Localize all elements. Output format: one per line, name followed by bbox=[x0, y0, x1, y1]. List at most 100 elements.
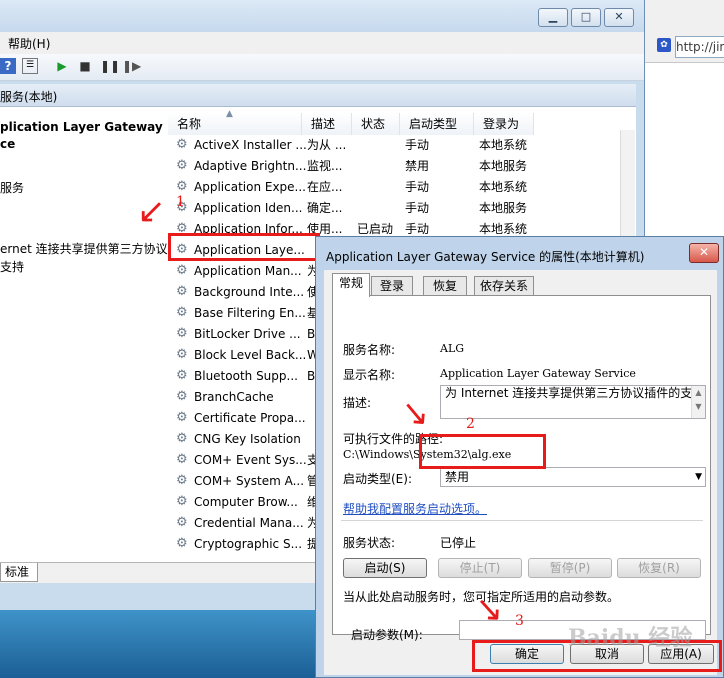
column-header-name[interactable]: 名称 bbox=[168, 113, 302, 135]
sort-arrow-icon: ▲ bbox=[226, 109, 233, 119]
description-field[interactable]: 为 Internet 连接共享提供第三方协议插件的支持 ▲ ▼ bbox=[440, 385, 706, 419]
service-cell-name: Credential Mana... bbox=[194, 516, 304, 530]
pause-service-icon[interactable]: ❚❚ bbox=[100, 58, 120, 74]
service-gear-icon: ⚙ bbox=[176, 284, 188, 299]
startup-type-label: 启动类型(E): bbox=[343, 472, 412, 486]
menu-bar: 帮助(H) bbox=[0, 32, 644, 54]
service-cell-name: Base Filtering En... bbox=[194, 306, 306, 320]
highlight-box-startup-type bbox=[419, 434, 546, 469]
startup-help-link[interactable]: 帮助我配置服务启动选项。 bbox=[343, 500, 487, 517]
service-gear-icon: ⚙ bbox=[176, 410, 188, 425]
resume-button[interactable]: 恢复(R) bbox=[617, 558, 701, 578]
selected-service-name: plication Layer Gateway ce bbox=[0, 120, 163, 151]
service-gear-icon: ⚙ bbox=[176, 137, 188, 152]
service-cell-logon: 本地服务 bbox=[479, 201, 528, 215]
minimize-button[interactable]: ▁ bbox=[538, 8, 568, 27]
service-name-label: 服务名称: bbox=[343, 343, 396, 357]
extended-description-pane: plication Layer Gateway ce 服务 ernet 连接共享… bbox=[0, 107, 168, 562]
service-gear-icon: ⚙ bbox=[176, 536, 188, 551]
panel-header-title: 服务(本地) bbox=[0, 90, 58, 104]
service-gear-icon: ⚙ bbox=[176, 305, 188, 320]
column-header-status[interactable]: 状态 bbox=[352, 113, 400, 135]
display-name-label: 显示名称: bbox=[343, 368, 396, 382]
stop-service-link[interactable]: 服务 bbox=[0, 179, 24, 196]
tab-recovery[interactable]: 恢复 bbox=[423, 276, 467, 296]
restart-service-icon[interactable]: ❚▶ bbox=[122, 58, 141, 74]
service-cell-name: Application Iden... bbox=[194, 201, 303, 215]
dialog-title: Application Layer Gateway Service 的属性(本地… bbox=[326, 250, 645, 264]
service-name-value: ALG bbox=[440, 342, 465, 355]
dialog-close-button[interactable]: ✕ bbox=[689, 243, 719, 263]
stop-service-icon[interactable]: ■ bbox=[77, 58, 93, 74]
browser-address-bar[interactable]: http://jin bbox=[675, 36, 724, 58]
properties-icon[interactable]: ☰ bbox=[22, 58, 38, 74]
desktop-taskbar-area bbox=[0, 610, 320, 678]
baidu-watermark: Baidu 经验 bbox=[568, 625, 693, 651]
service-gear-icon: ⚙ bbox=[176, 452, 188, 467]
column-header-startup-type[interactable]: 启动类型 bbox=[400, 113, 474, 135]
tab-logon[interactable]: 登录 bbox=[371, 276, 413, 296]
service-status-value: 已停止 bbox=[440, 536, 477, 550]
startup-type-select[interactable]: 禁用 ▼ bbox=[440, 467, 706, 487]
description-scrollbar[interactable]: ▲ ▼ bbox=[691, 386, 705, 418]
service-cell-name: Computer Brow... bbox=[194, 495, 298, 509]
service-cell-startup: 手动 bbox=[405, 201, 430, 215]
service-cell-startup: 手动 bbox=[405, 138, 430, 152]
baidu-paw-icon: ✿ bbox=[657, 38, 671, 52]
service-cell-name: COM+ Event Sys... bbox=[194, 453, 306, 467]
service-cell-name: Adaptive Brightn... bbox=[194, 159, 306, 173]
service-cell-desc: 确定... bbox=[307, 201, 343, 215]
annotation-number-1: 1 bbox=[176, 194, 185, 210]
service-cell-name: Background Inte... bbox=[194, 285, 305, 299]
tab-standard[interactable]: 标准 bbox=[0, 563, 38, 582]
description-text: 为 Internet 连接共享提供第三方协议插件的支持 bbox=[445, 386, 705, 400]
service-gear-icon: ⚙ bbox=[176, 473, 188, 488]
service-cell-desc: 为从 ... bbox=[307, 138, 347, 152]
service-row[interactable]: ⚙ Application Iden... 确定... 手动 本地服务 bbox=[176, 198, 626, 219]
service-cell-logon: 本地服务 bbox=[479, 159, 528, 173]
start-service-icon[interactable]: ▶ bbox=[54, 58, 70, 74]
stop-button[interactable]: 停止(T) bbox=[438, 558, 522, 578]
chevron-down-icon: ▼ bbox=[695, 472, 702, 482]
start-params-label: 启动参数(M): bbox=[351, 628, 423, 642]
service-gear-icon: ⚙ bbox=[176, 179, 188, 194]
highlight-box-service-row bbox=[168, 233, 320, 261]
service-cell-name: Block Level Back... bbox=[194, 348, 306, 362]
service-cell-logon: 本地系统 bbox=[479, 138, 528, 152]
pause-button[interactable]: 暂停(P) bbox=[528, 558, 612, 578]
tab-dependencies[interactable]: 依存关系 bbox=[474, 276, 534, 296]
service-cell-name: COM+ System A... bbox=[194, 474, 305, 488]
annotation-number-2: 2 bbox=[466, 416, 475, 432]
service-gear-icon: ⚙ bbox=[176, 515, 188, 530]
service-gear-icon: ⚙ bbox=[176, 263, 188, 278]
service-gear-icon: ⚙ bbox=[176, 431, 188, 446]
service-cell-name: Application Man... bbox=[194, 264, 302, 278]
service-row[interactable]: ⚙ Application Expe... 在应... 手动 本地系统 bbox=[176, 177, 626, 198]
help-icon[interactable]: ? bbox=[0, 58, 16, 74]
display-name-value: Application Layer Gateway Service bbox=[440, 367, 636, 380]
menu-help[interactable]: 帮助(H) bbox=[8, 35, 50, 52]
service-gear-icon: ⚙ bbox=[176, 389, 188, 404]
service-cell-desc: 在应... bbox=[307, 180, 343, 194]
browser-window: ✿ http://jin bbox=[645, 0, 724, 241]
close-window-button[interactable]: ✕ bbox=[604, 8, 634, 27]
service-row[interactable]: ⚙ ActiveX Installer ... 为从 ... 手动 本地系统 bbox=[176, 135, 626, 156]
column-header-logon[interactable]: 登录为 bbox=[474, 113, 534, 135]
service-gear-icon: ⚙ bbox=[176, 158, 188, 173]
service-cell-logon: 本地系统 bbox=[479, 180, 528, 194]
column-header-description[interactable]: 描述 bbox=[302, 113, 352, 135]
service-gear-icon: ⚙ bbox=[176, 368, 188, 383]
service-row[interactable]: ⚙ Adaptive Brightn... 监视... 禁用 本地服务 bbox=[176, 156, 626, 177]
startup-type-value: 禁用 bbox=[445, 470, 470, 484]
panel-header: 服务(本地) bbox=[0, 84, 636, 107]
service-cell-name: Application Expe... bbox=[194, 180, 306, 194]
maximize-button[interactable]: □ bbox=[571, 8, 601, 27]
service-cell-startup: 手动 bbox=[405, 180, 430, 194]
divider bbox=[341, 520, 703, 521]
service-cell-name: Certificate Propa... bbox=[194, 411, 306, 425]
tab-general[interactable]: 常规 bbox=[332, 273, 370, 297]
start-button[interactable]: 启动(S) bbox=[343, 558, 427, 578]
description-label: 描述: bbox=[343, 396, 372, 410]
annotation-number-3: 3 bbox=[515, 613, 524, 629]
service-cell-name: Cryptographic S... bbox=[194, 537, 303, 551]
